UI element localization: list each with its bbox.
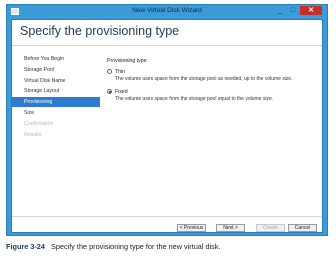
option-thin[interactable]: Thin The volume uses space from the stor… <box>107 69 319 89</box>
nav-item-results: Results <box>24 131 42 138</box>
next-button[interactable]: Next > <box>216 224 245 232</box>
figure-label: Figure 3-24 <box>6 242 45 251</box>
wizard-footer: < Previous Next > Create Cancel <box>12 216 322 233</box>
figure-caption: Figure 3-24 Specify the provisioning typ… <box>6 242 332 251</box>
close-button[interactable]: ✕ <box>300 6 322 15</box>
maximize-button[interactable]: □ <box>287 6 299 15</box>
wizard-step-nav: Before You Begin Storage Pool Virtual Di… <box>12 54 100 140</box>
page-title: Specify the provisioning type <box>20 24 180 38</box>
nav-item-provisioning[interactable]: Provisioning <box>12 97 100 108</box>
provisioning-type-label: Provisioning type: <box>107 58 148 64</box>
minimize-button[interactable]: _ <box>274 6 286 15</box>
nav-item-confirmation: Confirmation <box>24 120 54 127</box>
create-button: Create <box>256 224 285 232</box>
wizard-client-area: Specify the provisioning type Before You… <box>11 19 323 233</box>
fixed-label[interactable]: Fixed <box>115 89 128 95</box>
nav-item-before-you-begin[interactable]: Before You Begin <box>12 54 100 64</box>
fixed-radio[interactable] <box>107 89 112 94</box>
fixed-description: The volume uses space from the storage p… <box>115 96 274 102</box>
wizard-window: New Virtual Disk Wizard _ □ ✕ Specify th… <box>6 4 328 236</box>
provisioning-content: Provisioning type: Thin The volume uses … <box>107 58 319 109</box>
nav-item-storage-pool[interactable]: Storage Pool <box>12 65 100 75</box>
previous-button[interactable]: < Previous <box>177 224 206 232</box>
thin-label[interactable]: Thin <box>115 69 125 75</box>
title-bar[interactable]: New Virtual Disk Wizard _ □ ✕ <box>7 5 327 19</box>
wizard-header: Specify the provisioning type <box>12 20 322 46</box>
thin-radio[interactable] <box>107 69 112 74</box>
nav-item-storage-layout[interactable]: Storage Layout <box>12 86 100 96</box>
thin-description: The volume uses space from the storage p… <box>115 76 293 82</box>
nav-item-size[interactable]: Size <box>12 108 100 118</box>
option-fixed[interactable]: Fixed The volume uses space from the sto… <box>107 89 319 109</box>
figure-caption-text: Specify the provisioning type for the ne… <box>50 242 221 251</box>
nav-item-virtual-disk-name[interactable]: Virtual Disk Name <box>12 76 100 86</box>
cancel-button[interactable]: Cancel <box>288 224 317 232</box>
